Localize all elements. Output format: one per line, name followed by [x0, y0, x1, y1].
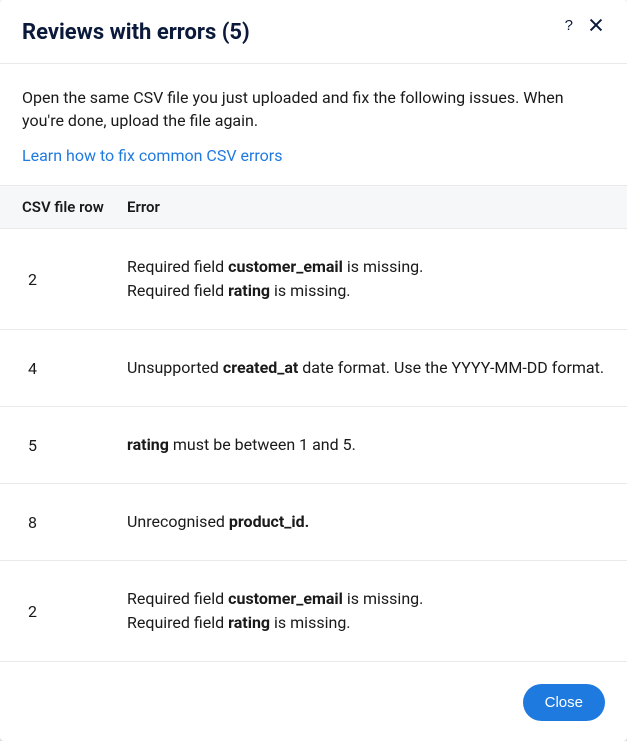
close-icon[interactable] [587, 16, 605, 34]
close-button[interactable]: Close [523, 684, 605, 721]
intro-section: Open the same CSV file you just uploaded… [0, 64, 627, 185]
error-message: Required field customer_email is missing… [127, 587, 605, 635]
table-row: 4Unsupported created_at date format. Use… [0, 330, 627, 407]
header-icons: ? [565, 16, 605, 34]
learn-link[interactable]: Learn how to fix common CSV errors [22, 146, 282, 165]
csv-row-number: 2 [22, 270, 127, 289]
error-modal: Reviews with errors (5) ? Open the same … [0, 0, 627, 741]
csv-row-number: 5 [22, 436, 127, 455]
intro-text: Open the same CSV file you just uploaded… [22, 86, 605, 132]
table-body: 2Required field customer_email is missin… [0, 229, 627, 662]
csv-row-number: 8 [22, 513, 127, 532]
table-header: CSV file row Error [0, 185, 627, 229]
csv-row-number: 4 [22, 359, 127, 378]
table-header-error: Error [127, 198, 605, 216]
table-row: 2Required field customer_email is missin… [0, 561, 627, 662]
table-row: 2Required field customer_email is missin… [0, 229, 627, 330]
table-header-row: CSV file row [22, 198, 127, 216]
error-message: Unrecognised product_id. [127, 510, 605, 534]
error-message: rating must be between 1 and 5. [127, 433, 605, 457]
modal-header: Reviews with errors (5) ? [0, 0, 627, 64]
table-row: 5rating must be between 1 and 5. [0, 407, 627, 484]
modal-title: Reviews with errors (5) [22, 20, 565, 45]
modal-footer: Close [0, 668, 627, 741]
errors-table: CSV file row Error 2Required field custo… [0, 185, 627, 668]
error-message: Unsupported created_at date format. Use … [127, 356, 605, 380]
error-message: Required field customer_email is missing… [127, 255, 605, 303]
csv-row-number: 2 [22, 602, 127, 621]
help-icon[interactable]: ? [565, 18, 573, 33]
table-row: 8Unrecognised product_id. [0, 484, 627, 561]
